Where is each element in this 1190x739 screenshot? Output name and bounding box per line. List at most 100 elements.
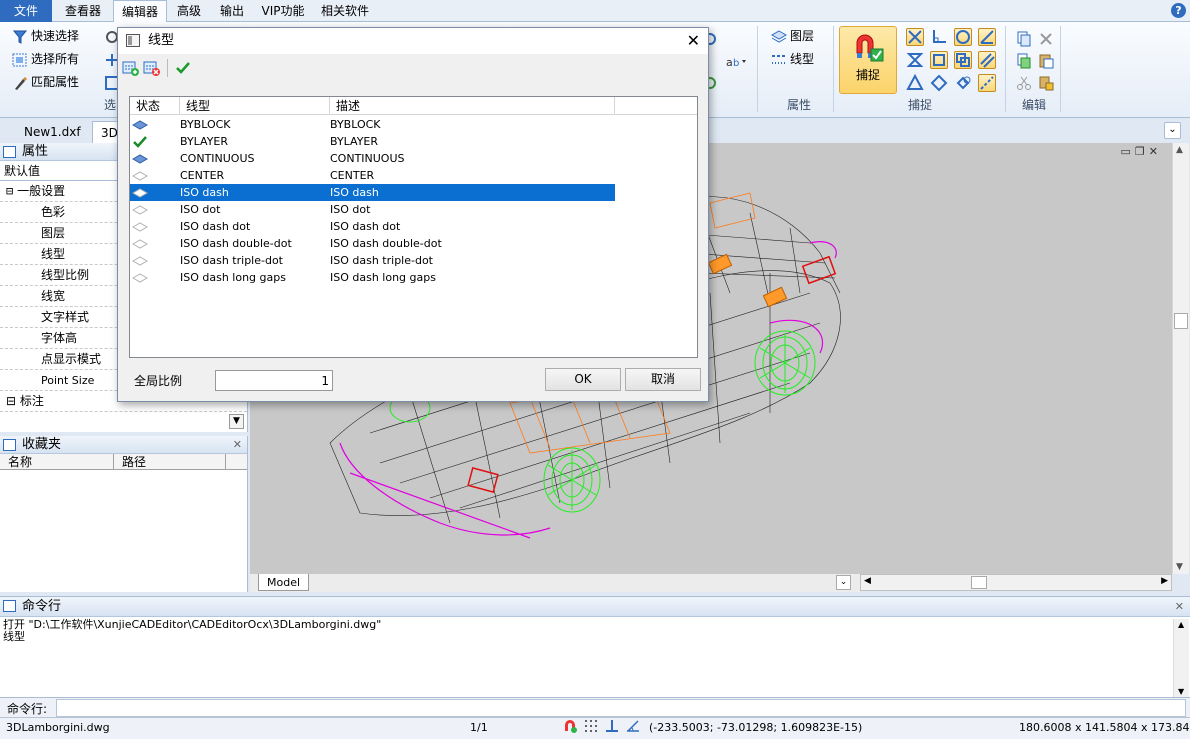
grid-toggle-icon[interactable] xyxy=(584,719,598,736)
snap-endpoint-icon[interactable] xyxy=(930,51,948,69)
row-status xyxy=(130,184,180,201)
row-status xyxy=(130,201,180,218)
layer-button[interactable]: 图层 xyxy=(770,26,814,46)
select-all-icon xyxy=(12,52,28,68)
tab-file[interactable]: 文件 xyxy=(0,0,52,22)
tab-editor[interactable]: 编辑器 xyxy=(113,0,167,23)
load-linetype-button[interactable] xyxy=(122,59,140,77)
snap-quadrant-icon[interactable] xyxy=(930,74,948,92)
restore-icon[interactable]: ❐ xyxy=(1135,145,1149,158)
scroll-down-icon[interactable]: ▼ xyxy=(1178,687,1184,696)
tab-output[interactable]: 输出 xyxy=(212,0,252,22)
match-properties-button[interactable]: 匹配属性 xyxy=(12,72,79,92)
set-current-button[interactable] xyxy=(174,59,192,77)
svg-text:a: a xyxy=(726,56,733,69)
command-input[interactable] xyxy=(56,699,1186,717)
linetype-row[interactable]: CENTER CENTER xyxy=(130,167,697,184)
linetype-row[interactable]: ISO dash double-dot ISO dash double-dot xyxy=(130,235,697,252)
col-path[interactable]: 路径 xyxy=(114,454,226,469)
select-all-button[interactable]: 选择所有 xyxy=(12,49,79,69)
linetype-button[interactable]: 线型 xyxy=(771,49,814,69)
command-scrollbar[interactable]: ▲ ▼ xyxy=(1173,619,1189,697)
col-status[interactable]: 状态 xyxy=(130,97,180,115)
row-linetype-name: ISO dash dot xyxy=(180,220,251,233)
ok-button[interactable]: OK xyxy=(545,368,621,391)
help-icon[interactable]: ? xyxy=(1171,3,1186,18)
row-status xyxy=(130,150,180,167)
snap-perpendicular-icon[interactable] xyxy=(930,28,948,46)
snap-nearest-icon[interactable] xyxy=(954,74,972,92)
panel-icon xyxy=(3,439,16,451)
ribbon-tool-5[interactable] xyxy=(704,72,727,92)
scroll-down-icon[interactable]: ▼ xyxy=(229,414,244,429)
row-linetype-name: ISO dash double-dot xyxy=(180,237,292,250)
scroll-up-icon[interactable]: ▲ xyxy=(1176,145,1183,155)
snap-toggle-icon[interactable] xyxy=(563,719,577,736)
scroll-thumb[interactable] xyxy=(971,576,987,589)
snap-center-icon[interactable] xyxy=(954,28,972,46)
snap-tangent-icon[interactable] xyxy=(978,28,996,46)
properties-title: 属性 xyxy=(22,144,49,159)
col-description[interactable]: 描述 xyxy=(330,97,615,115)
tab-viewer[interactable]: 查看器 xyxy=(57,0,109,22)
col-name[interactable]: 名称 xyxy=(0,454,114,469)
linetype-row[interactable]: ISO dash triple-dot ISO dash triple-dot xyxy=(130,252,697,269)
cancel-button[interactable]: 取消 xyxy=(625,368,701,391)
close-icon[interactable]: ✕ xyxy=(687,28,700,54)
horizontal-scrollbar[interactable]: ◀ ▶ xyxy=(860,574,1172,591)
favorites-panel: 收藏夹 ✕ 名称 路径 xyxy=(0,436,248,592)
snap-parallel-icon[interactable] xyxy=(978,51,996,69)
scroll-up-icon[interactable]: ▲ xyxy=(1178,620,1184,629)
tab-list-dropdown-icon[interactable]: ⌄ xyxy=(1164,122,1181,139)
close-icon[interactable]: ✕ xyxy=(233,436,242,454)
paste-special-button[interactable] xyxy=(1038,72,1057,92)
doc-tab-new1[interactable]: New1.dxf xyxy=(14,121,91,143)
layers-icon xyxy=(770,29,788,45)
scroll-down-icon[interactable]: ▼ xyxy=(1176,562,1183,572)
copy-button[interactable] xyxy=(1016,28,1035,48)
delete-linetype-button[interactable] xyxy=(143,59,161,77)
snap-node-icon[interactable] xyxy=(954,51,972,69)
viewport-controls[interactable]: ▭❐✕ xyxy=(1121,145,1163,158)
ribbon-tab-bar: 文件 查看器 编辑器 高级 输出 VIP功能 相关软件 ? xyxy=(0,0,1190,23)
scroll-thumb[interactable] xyxy=(1174,313,1188,329)
model-tab[interactable]: Model xyxy=(258,574,310,591)
text-style-button[interactable]: ab xyxy=(726,50,746,70)
snap-midpoint-icon[interactable] xyxy=(906,73,924,92)
col-linetype[interactable]: 线型 xyxy=(180,97,330,115)
global-scale-input[interactable] xyxy=(215,370,333,391)
snap-button[interactable]: 捕捉 xyxy=(839,26,897,94)
linetype-row[interactable]: ISO dash ISO dash xyxy=(130,184,615,201)
separator xyxy=(1005,26,1006,112)
ortho-toggle-icon[interactable] xyxy=(605,719,619,736)
scroll-right-icon[interactable]: ▶ xyxy=(1161,576,1168,586)
snap-intersection-icon[interactable] xyxy=(906,28,924,46)
linetype-row[interactable]: BYLAYER BYLAYER xyxy=(130,133,697,150)
close-icon[interactable]: ✕ xyxy=(1149,145,1162,158)
layout-dropdown-icon[interactable]: ⌄ xyxy=(836,575,851,590)
dialog-title-bar[interactable]: 线型 ✕ xyxy=(118,28,708,54)
linetype-row[interactable]: ISO dash dot ISO dash dot xyxy=(130,218,697,235)
quick-select-button[interactable]: 快速选择 xyxy=(12,26,79,46)
minimize-icon[interactable]: ▭ xyxy=(1121,145,1135,158)
ribbon-tool-4[interactable] xyxy=(704,28,727,48)
copy-layer-button[interactable] xyxy=(1016,50,1035,70)
diamond-empty-icon[interactable] xyxy=(131,271,149,288)
polar-toggle-icon[interactable] xyxy=(626,719,640,736)
delete-button[interactable] xyxy=(1038,28,1057,48)
snap-extension-icon[interactable] xyxy=(978,74,996,92)
linetype-row[interactable]: ISO dash long gaps ISO dash long gaps xyxy=(130,269,697,286)
cut-button[interactable] xyxy=(1016,72,1035,92)
paste-button[interactable] xyxy=(1038,50,1057,70)
close-icon[interactable]: ✕ xyxy=(1175,597,1184,617)
row-description: ISO dash long gaps xyxy=(330,271,436,284)
tab-related-software[interactable]: 相关软件 xyxy=(314,0,376,22)
tab-advanced[interactable]: 高级 xyxy=(170,0,208,22)
snap-insert-icon[interactable] xyxy=(906,51,924,69)
tab-vip[interactable]: VIP功能 xyxy=(256,0,310,22)
linetype-row[interactable]: CONTINUOUS CONTINUOUS xyxy=(130,150,697,167)
linetype-row[interactable]: ISO dot ISO dot xyxy=(130,201,697,218)
vertical-scrollbar[interactable]: ▲ ▼ xyxy=(1172,143,1189,574)
scroll-left-icon[interactable]: ◀ xyxy=(864,576,871,586)
linetype-row[interactable]: BYBLOCK BYBLOCK xyxy=(130,116,697,133)
